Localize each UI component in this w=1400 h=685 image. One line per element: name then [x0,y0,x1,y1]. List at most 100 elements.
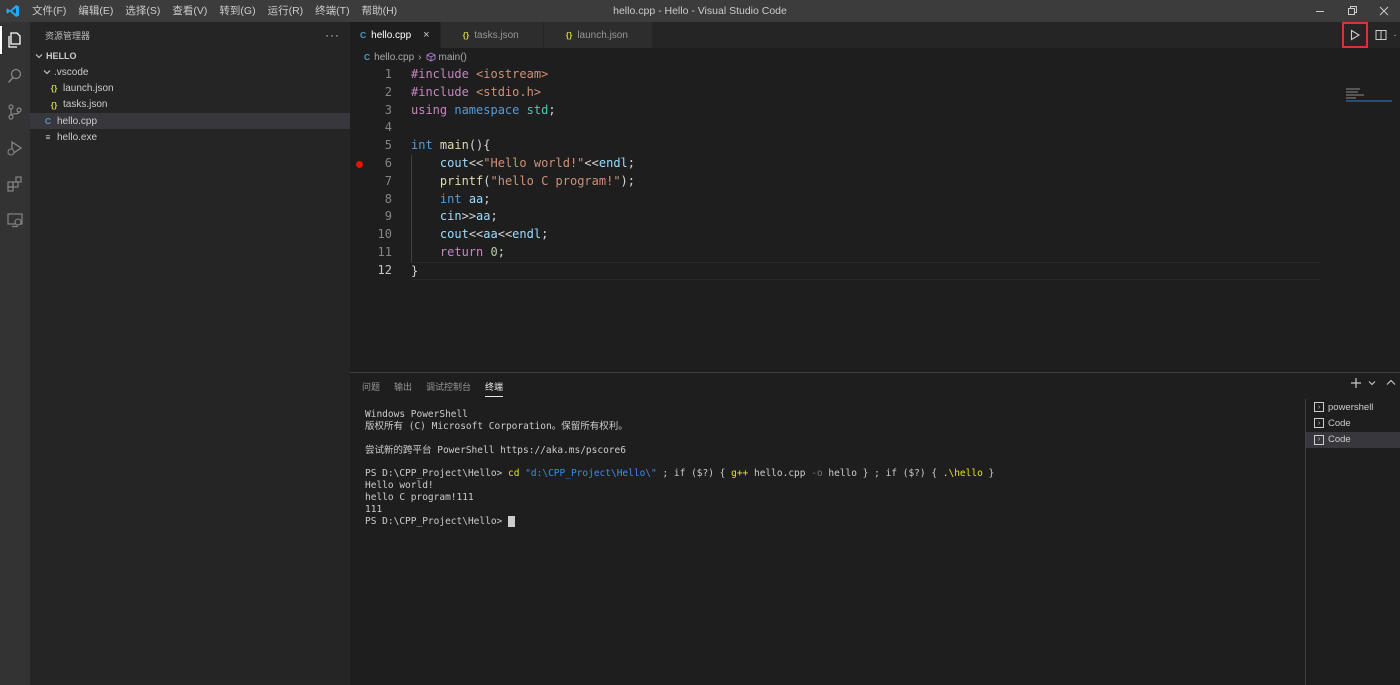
tab-debug-console[interactable]: 调试控制台 [426,373,471,399]
menu-go[interactable]: 转到(G) [213,0,261,22]
terminal-cursor [508,516,515,528]
tree-file-hello-cpp[interactable]: C hello.cpp [30,112,350,130]
activity-bar [0,22,30,685]
terminal-command-line: PS D:\CPP_Project\Hello> cd "d:\CPP_Proj… [365,468,995,480]
line-number: 10 [377,227,392,242]
close-window-button[interactable] [1368,0,1400,22]
tab-label: hello.cpp [371,29,412,41]
more-actions-button[interactable]: ··· [325,28,340,42]
tab-launch-json[interactable]: {} launch.json [543,22,653,48]
add-terminal-icon[interactable] [1350,377,1362,389]
terminal-item-powershell[interactable]: › powershell [1306,399,1400,415]
method-cube-icon [426,52,435,62]
menu-selection[interactable]: 选择(S) [119,0,166,22]
files-icon [8,32,21,48]
code-line: cout<<aa<<endl; [439,227,549,242]
code-line: printf("hello C program!"); [439,173,635,188]
workspace-name: HELLO [46,51,77,61]
run-debug-button[interactable] [0,130,30,166]
tab-output[interactable]: 输出 [394,373,412,399]
run-code-button[interactable] [1342,22,1368,48]
explorer-sidebar: 资源管理器 ··· HELLO .vscode {} launch.json {… [30,22,350,685]
editor-actions: · [1342,22,1400,48]
split-editor-button[interactable] [1372,22,1390,48]
extensions-button[interactable] [0,166,30,202]
tab-tasks-json[interactable]: {} tasks.json [440,22,544,48]
code-line: #include <iostream> [411,67,549,81]
minimap-line [1346,91,1358,93]
tree-item-label: .vscode [54,66,89,78]
code-line: cout<<"Hello world!"<<endl; [439,155,636,170]
line-number: 5 [384,138,392,153]
more-actions-icon[interactable]: · [1390,22,1400,48]
remote-explorer-button[interactable] [0,202,30,238]
breadcrumb-symbol[interactable]: main() [439,52,467,63]
editor-tabs: C hello.cpp × {} tasks.json {} launch.js… [350,22,1400,48]
terminal-line: hello C program!111 [365,492,474,504]
panel-tabs: 问题 输出 调试控制台 终端 [350,373,1400,399]
line-number: 4 [384,120,392,135]
tree-file-hello-exe[interactable]: ≡ hello.exe [30,129,350,145]
explorer-header: 资源管理器 ··· [30,22,350,48]
tab-problems[interactable]: 问题 [362,373,380,399]
terminal-output[interactable]: Windows PowerShell 版权所有 (C) Microsoft Co… [365,409,1285,528]
terminal-item-code[interactable]: › Code [1306,415,1400,431]
json-file-icon: {} [565,30,573,40]
breadcrumb-file[interactable]: hello.cpp [374,52,414,63]
menu-view[interactable]: 查看(V) [166,0,213,22]
code-editor[interactable]: 1 2 3 4 5 6 7 8 9 10 11 12 #include <ios… [350,66,1400,372]
code-content[interactable]: #include <iostream> #include <stdio.h> u… [411,66,1321,280]
line-number: 7 [384,173,392,188]
run-debug-icon [7,140,23,156]
chevron-up-icon[interactable] [1386,378,1396,388]
line-number-gutter: 1 2 3 4 5 6 7 8 9 10 11 12 [350,66,410,280]
menu-edit[interactable]: 编辑(E) [72,0,119,22]
tree-item-label: launch.json [63,82,114,94]
restore-button[interactable] [1336,0,1368,22]
minimap[interactable] [1346,88,1396,108]
minimize-button[interactable] [1304,0,1336,22]
json-file-icon: {} [50,83,58,94]
extensions-icon [7,176,22,192]
minimap-line [1346,94,1364,96]
explorer-button[interactable] [0,22,30,58]
terminal-item-code-selected[interactable]: › Code [1306,431,1400,448]
chevron-right-icon: › [418,51,422,63]
menu-run[interactable]: 运行(R) [262,0,310,22]
minimize-icon [1316,11,1324,12]
tree-file-launch-json[interactable]: {} launch.json [30,80,350,96]
menu-terminal[interactable]: 终端(T) [309,0,355,22]
tree-folder-vscode[interactable]: .vscode [30,64,350,80]
source-control-button[interactable] [0,94,30,130]
tab-terminal[interactable]: 终端 [485,373,504,399]
tab-label: tasks.json [474,29,519,41]
tab-label: launch.json [577,29,628,41]
workspace-section-header[interactable]: HELLO [30,48,350,64]
tree-file-tasks-json[interactable]: {} tasks.json [30,97,350,113]
restore-icon [1348,6,1357,15]
line-number: 9 [384,209,392,224]
tab-hello-cpp[interactable]: C hello.cpp × [350,22,441,48]
terminal-list: › powershell › Code › Code [1305,399,1400,685]
terminal-prompt-line: PS D:\CPP_Project\Hello> [365,516,1285,528]
terminal-icon: › [1314,434,1324,445]
minimap-viewport [1346,100,1392,102]
cpp-file-icon: C [360,30,367,40]
line-number: 11 [377,244,392,259]
breakpoint-dot-icon[interactable] [356,160,363,168]
search-button[interactable] [0,58,30,94]
json-file-icon: {} [462,30,470,40]
search-icon [7,68,22,84]
chevron-down-icon[interactable] [1368,379,1376,387]
menu-file[interactable]: 文件(F) [26,0,72,22]
code-line: int main(){ [411,138,491,153]
terminal-icon: › [1314,418,1324,429]
menu-help[interactable]: 帮助(H) [356,0,404,22]
tree-item-label: hello.cpp [57,115,98,127]
line-number: 3 [384,102,392,117]
close-tab-icon[interactable]: × [423,29,429,41]
code-line: using namespace std; [411,102,556,117]
line-number-with-breakpoint: 6 [350,155,410,173]
chevron-down-icon [34,52,44,60]
